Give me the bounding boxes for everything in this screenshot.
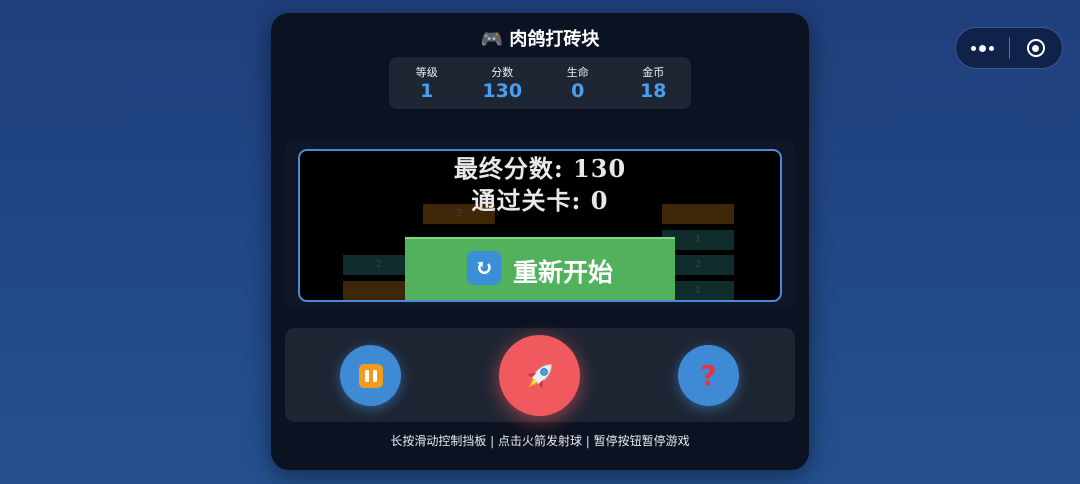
more-icon — [971, 45, 976, 51]
stat-score: 分数 130 — [472, 57, 532, 109]
stat-coins: 金币 18 — [623, 57, 683, 109]
stat-lives: 生命 0 — [548, 57, 608, 109]
game-canvas[interactable]: 2 2 1 2 1 最终分数: 130 通过关卡: 0 长按滑动控制挡板 ↻ 重… — [298, 149, 782, 302]
instructions-text: 长按滑动控制挡板 | 点击火箭发射球 | 暂停按钮暂停游戏 — [390, 434, 690, 448]
stat-level: 等级 1 — [397, 57, 457, 109]
pause-icon — [358, 363, 383, 388]
pause-button[interactable] — [340, 345, 401, 406]
launch-ball-button[interactable] — [499, 335, 580, 416]
control-bar: ? — [285, 328, 795, 422]
stats-bar: 等级 1 分数 130 生命 0 金币 18 — [389, 57, 691, 109]
more-menu-button[interactable] — [956, 28, 1009, 68]
stat-value: 18 — [640, 80, 667, 102]
levels-passed-text: 通过关卡: 0 — [471, 186, 609, 215]
help-button[interactable]: ? — [678, 345, 739, 406]
game-area: 2 2 1 2 1 最终分数: 130 通过关卡: 0 长按滑动控制挡板 ↻ 重… — [285, 140, 795, 310]
restart-label: 重新开始 — [512, 258, 613, 287]
restart-icon: ↻ — [466, 251, 501, 285]
question-icon: ? — [700, 358, 717, 392]
stat-value: 1 — [420, 80, 434, 102]
game-title: 🎮 肉鸽打砖块 — [480, 29, 600, 50]
stat-label: 等级 — [415, 66, 438, 79]
rocket-icon — [526, 363, 552, 389]
close-mini-program-button[interactable] — [1010, 28, 1062, 68]
stat-label: 金币 — [642, 66, 665, 79]
stat-label: 生命 — [566, 66, 589, 79]
target-icon — [1026, 39, 1045, 57]
stat-label: 分数 — [491, 66, 514, 79]
restart-button[interactable]: ↻ 重新开始 — [405, 237, 675, 300]
final-score-text: 最终分数: 130 — [453, 154, 627, 183]
stat-value: 0 — [571, 80, 585, 102]
mini-program-capsule — [955, 27, 1063, 69]
game-panel: 🎮 肉鸽打砖块 等级 1 分数 130 生命 0 金币 18 2 2 1 2 1… — [271, 13, 809, 470]
stat-value: 130 — [482, 80, 523, 102]
